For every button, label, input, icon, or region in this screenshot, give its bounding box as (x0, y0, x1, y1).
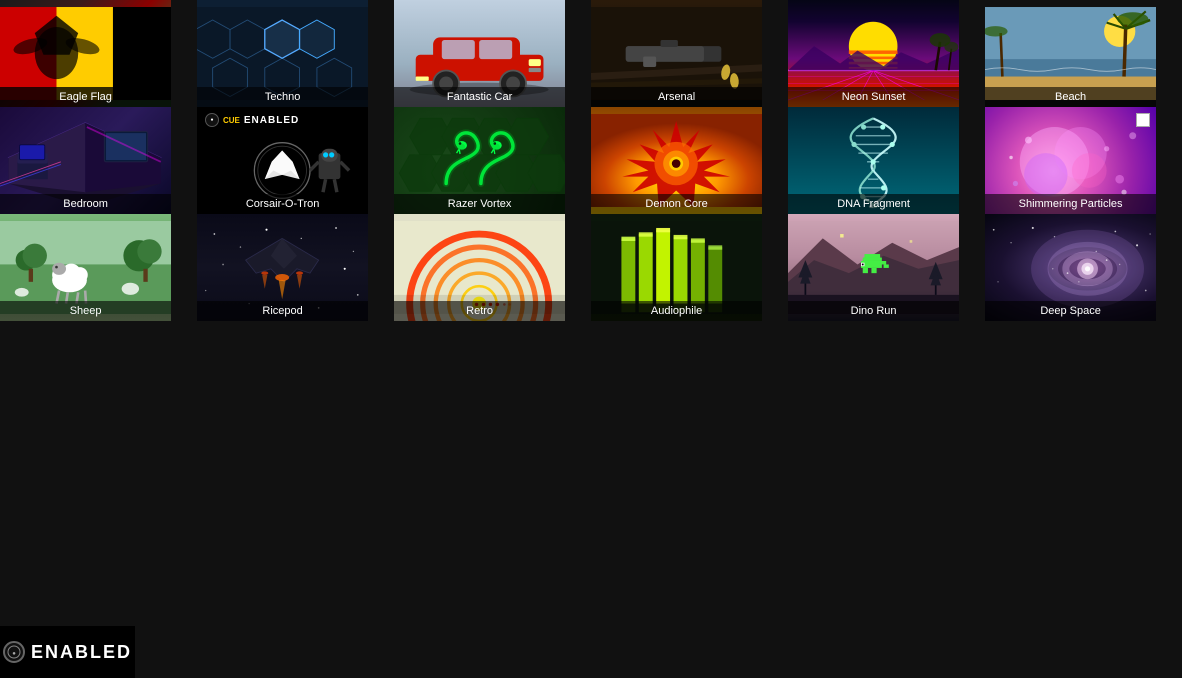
bottom-cue-icon: ● (3, 641, 25, 663)
tile-eagle-flag-label: Eagle Flag (0, 87, 171, 107)
tile-arsenal-label: Arsenal (591, 87, 762, 107)
tile-dna-fragment[interactable]: DNA Fragment (788, 107, 959, 214)
tile-fantastic-car[interactable]: Fantastic Car (394, 0, 565, 107)
tile-eagle-flag[interactable]: Eagle Flag (0, 0, 171, 107)
tile-dna-fragment-label: DNA Fragment (788, 194, 959, 214)
bottom-enabled-label: ENABLED (31, 642, 132, 663)
tile-bedroom-label: Bedroom (0, 194, 171, 214)
tile-deep-space[interactable]: Deep Space (985, 214, 1156, 321)
tile-sheep[interactable]: Sheep (0, 214, 171, 321)
tile-techno-label: Techno (197, 87, 368, 107)
tile-corsair-o-tron-label: Corsair-O-Tron (197, 194, 368, 214)
tile-retro-label: Retro (394, 301, 565, 321)
tile-ricepod-label: Ricepod (197, 301, 368, 321)
tile-retro[interactable]: Retro (394, 214, 565, 321)
tile-bedroom[interactable]: Bedroom (0, 107, 171, 214)
tile-demon-core-label: Demon Core (591, 194, 762, 214)
tile-razer-vortex-label: Razer Vortex (394, 194, 565, 214)
tile-demon-core[interactable]: Demon Core (591, 107, 762, 214)
tile-neon-sunset[interactable]: Neon Sunset (788, 0, 959, 107)
tile-corsair-o-tron[interactable]: ● CUE ENABLED (197, 107, 368, 214)
tile-beach[interactable]: Beach (985, 0, 1156, 107)
tile-dino-run[interactable]: Dino Run (788, 214, 959, 321)
tile-fantastic-car-label: Fantastic Car (394, 87, 565, 107)
tile-dino-run-label: Dino Run (788, 301, 959, 321)
tile-shimmering-particles-label: Shimmering Particles (985, 194, 1156, 214)
svg-text:●: ● (12, 651, 16, 657)
tile-arsenal[interactable]: Arsenal (591, 0, 762, 107)
tile-neon-sunset-label: Neon Sunset (788, 87, 959, 107)
tile-shimmering-particles[interactable]: Shimmering Particles (985, 107, 1156, 214)
tile-deep-space-label: Deep Space (985, 301, 1156, 321)
tile-audiophile-label: Audiophile (591, 301, 762, 321)
tile-checkbox[interactable] (1136, 113, 1150, 127)
bottom-bar: ● ENABLED (0, 626, 135, 678)
tile-razer-vortex[interactable]: Razer Vortex (394, 107, 565, 214)
tile-audiophile[interactable]: Audiophile (591, 214, 762, 321)
tile-ricepod[interactable]: Ricepod (197, 214, 368, 321)
tile-sheep-label: Sheep (0, 301, 171, 321)
tile-beach-label: Beach (985, 87, 1156, 107)
tile-techno[interactable]: Techno (197, 0, 368, 107)
